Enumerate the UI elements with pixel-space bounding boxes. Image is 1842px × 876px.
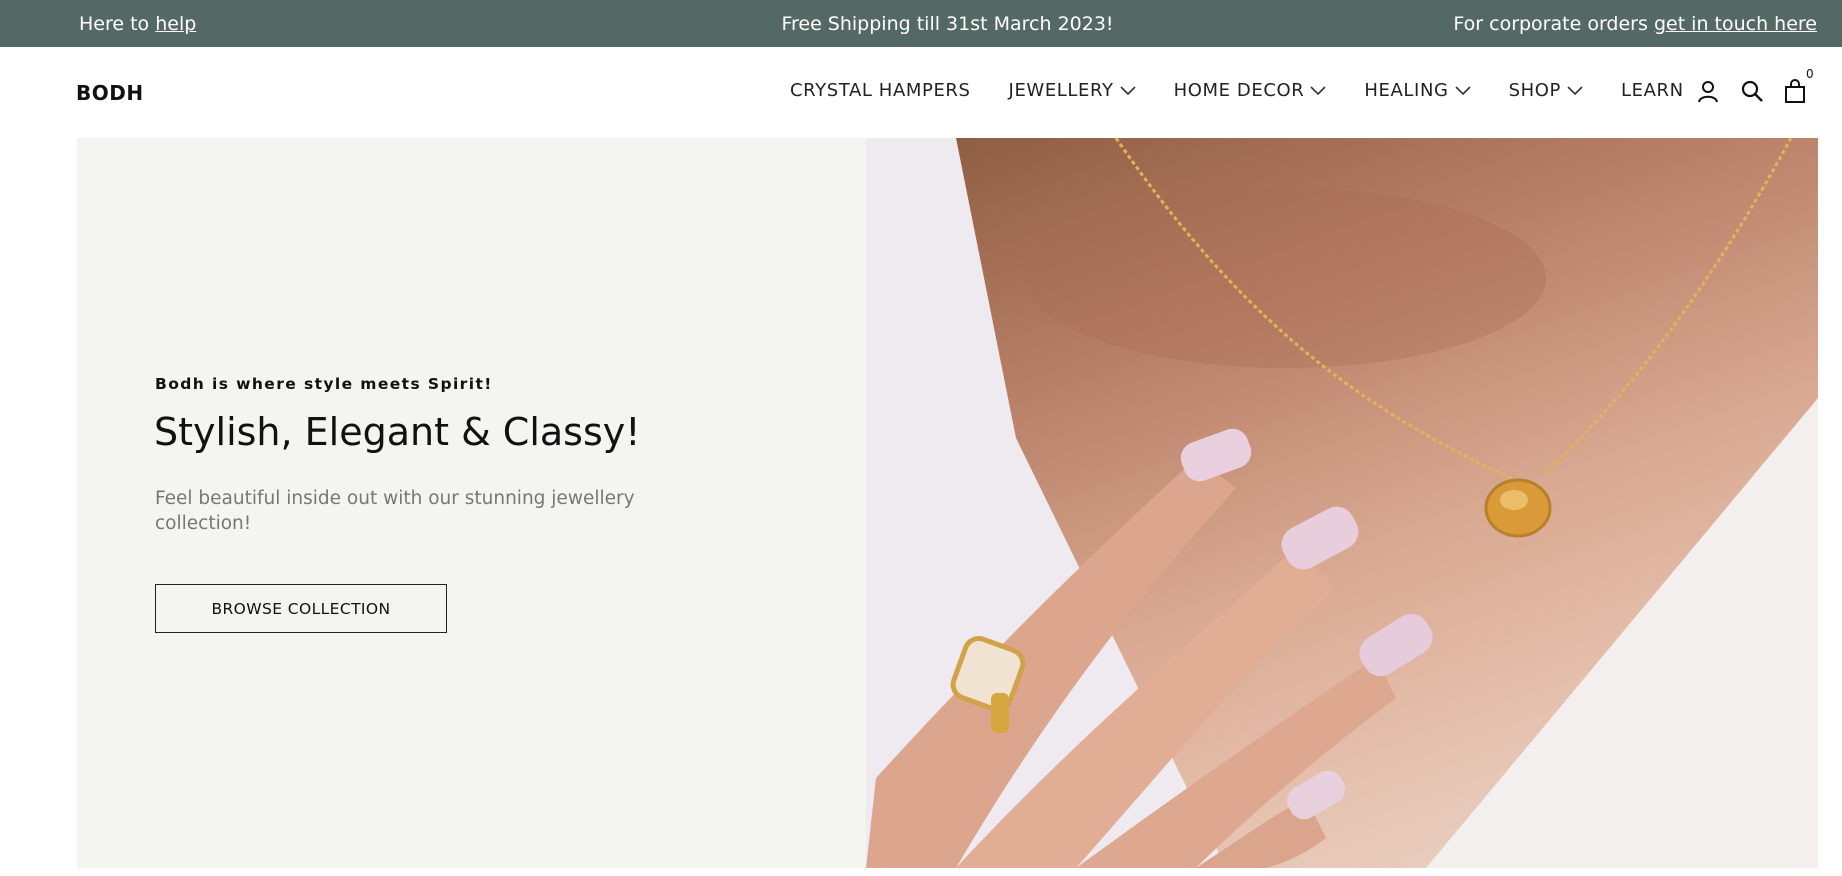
nav-label: HEALING (1364, 80, 1449, 101)
necklace-model-photo (866, 138, 1818, 868)
announcement-corporate: For corporate orders get in touch here (1453, 13, 1817, 35)
nav-learn[interactable]: LEARN (1621, 80, 1684, 101)
nav-home-decor[interactable]: HOME DECOR (1174, 80, 1327, 101)
nav-crystal-hampers[interactable]: CRYSTAL HAMPERS (790, 80, 971, 101)
corporate-prefix: For corporate orders (1453, 13, 1648, 35)
nav-label: CRYSTAL HAMPERS (790, 80, 971, 101)
browse-collection-button[interactable]: BROWSE COLLECTION (155, 584, 447, 633)
nav-label: LEARN (1620, 80, 1684, 101)
hero-text-panel: Bodh is where style meets Spirit! Stylis… (77, 138, 866, 868)
search-icon[interactable] (1740, 79, 1764, 103)
site-logo[interactable]: BODH (76, 81, 144, 105)
nav-healing[interactable]: HEALING (1364, 80, 1471, 101)
corporate-contact-link[interactable]: get in touch here (1654, 13, 1817, 35)
nav-label: JEWELLERY (1008, 80, 1114, 101)
hero-eyebrow: Bodh is where style meets Spirit! (155, 375, 493, 393)
nav-label: HOME DECOR (1173, 80, 1305, 101)
account-icon[interactable] (1696, 79, 1720, 103)
hero-headline: Stylish, Elegant & Classy! (154, 410, 641, 454)
hero-subtext: Feel beautiful inside out with our stunn… (155, 488, 635, 534)
site-header: BODH CRYSTAL HAMPERS JEWELLERY HOME DECO… (0, 47, 1842, 138)
chevron-down-icon (1455, 85, 1471, 95)
chevron-down-icon (1120, 85, 1136, 95)
hero-image (866, 138, 1818, 868)
cart-count-badge: 0 (1806, 67, 1814, 81)
nav-shop[interactable]: SHOP (1509, 80, 1583, 101)
chevron-down-icon (1567, 85, 1583, 95)
main-nav: CRYSTAL HAMPERS JEWELLERY HOME DECOR HEA… (790, 80, 1722, 101)
cart-icon[interactable] (1783, 79, 1807, 103)
nav-jewellery[interactable]: JEWELLERY (1009, 80, 1136, 101)
chevron-down-icon (1310, 85, 1326, 95)
nav-label: SHOP (1508, 80, 1561, 101)
announcement-bar: Here to help Free Shipping till 31st Mar… (0, 0, 1842, 47)
